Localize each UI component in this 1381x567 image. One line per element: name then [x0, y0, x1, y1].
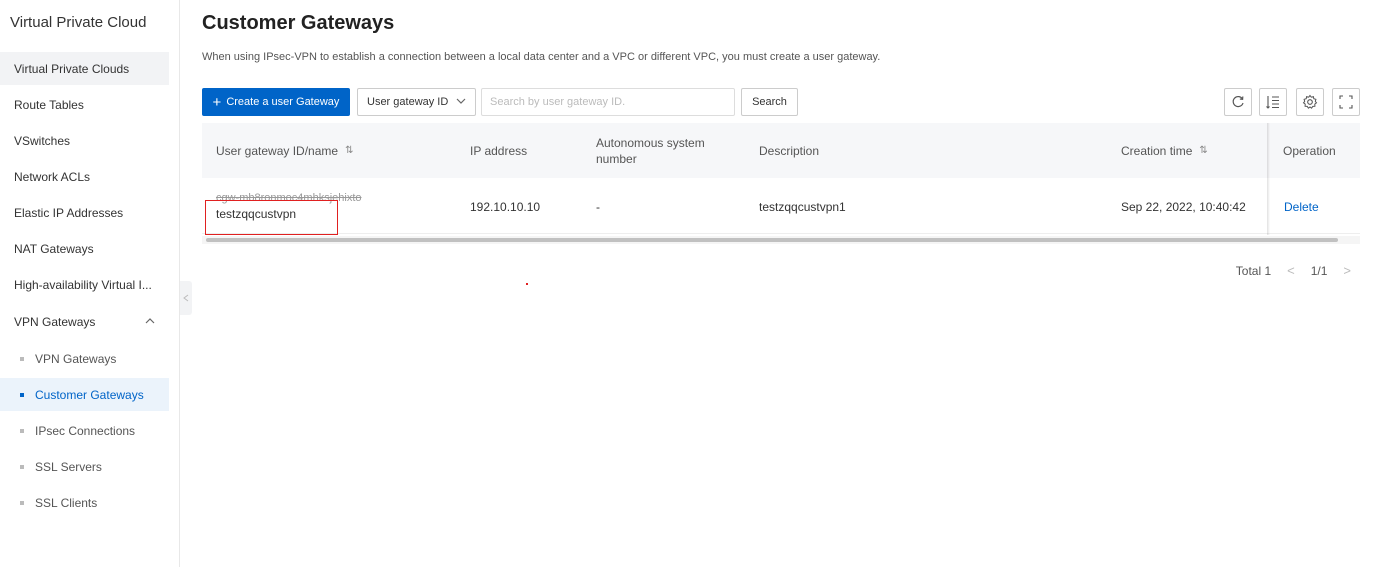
sidebar-item-virtual-private-clouds[interactable]: Virtual Private Clouds	[0, 52, 169, 85]
table-header: User gateway ID/name ⇅ IP address Autono…	[202, 123, 1360, 178]
column-header-id-name[interactable]: User gateway ID/name ⇅	[216, 123, 353, 178]
sidebar-subitem-vpn-gateways[interactable]: VPN Gateways	[0, 342, 169, 375]
column-header-label: User gateway ID/name	[216, 143, 339, 158]
plus-icon: +	[212, 93, 222, 111]
settings-icon	[1302, 94, 1318, 109]
description-value: testzqqcustvpn1	[759, 200, 846, 214]
asn-value: -	[596, 200, 600, 214]
sidebar-subitem-ssl-servers[interactable]: SSL Servers	[0, 450, 169, 483]
sidebar-item-havip[interactable]: High-availability Virtual I...	[0, 268, 169, 301]
sort-icon[interactable]: ⇅	[345, 145, 353, 156]
sidebar-item-nat-gateways[interactable]: NAT Gateways	[0, 232, 169, 265]
delete-link[interactable]: Delete	[1284, 200, 1319, 214]
bullet-icon	[20, 500, 24, 505]
page-description: When using IPsec-VPN to establish a conn…	[202, 51, 881, 63]
column-settings-button[interactable]	[1259, 88, 1287, 116]
sidebar: Virtual Private Cloud Virtual Private Cl…	[0, 0, 180, 567]
page-indicator: 1/1	[1310, 263, 1328, 278]
sidebar-item-elastic-ip-addresses[interactable]: Elastic IP Addresses	[0, 196, 169, 229]
table-row: cgw-mb8ronmoc4mhksjehixto testzqqcustvpn…	[202, 178, 1360, 234]
sidebar-item-network-acls[interactable]: Network ACLs	[0, 160, 169, 193]
highlight-box	[205, 200, 338, 235]
bullet-icon	[20, 392, 24, 397]
filter-select[interactable]: User gateway ID	[357, 88, 476, 116]
search-input[interactable]	[481, 88, 735, 116]
page-title: Customer Gateways	[202, 12, 395, 34]
search-button[interactable]: Search	[741, 88, 798, 116]
settings-button[interactable]	[1296, 88, 1324, 116]
chevron-down-icon	[456, 97, 466, 108]
refresh-button[interactable]	[1224, 88, 1252, 116]
sidebar-item-vswitches[interactable]: VSwitches	[0, 124, 169, 157]
sidebar-subitem-customer-gateways[interactable]: Customer Gateways	[0, 378, 169, 411]
column-settings-icon	[1266, 96, 1279, 109]
column-header-asn: Autonomous system number	[596, 135, 705, 166]
fullscreen-button[interactable]	[1332, 88, 1360, 116]
horizontal-scrollbar[interactable]	[206, 238, 1338, 242]
column-header-ip: IP address	[470, 143, 528, 158]
creation-time-value: Sep 22, 2022, 10:40:42	[1121, 200, 1246, 214]
pagination: Total 1 < 1/1 >	[1236, 263, 1351, 278]
total-count: Total 1	[1235, 263, 1272, 278]
column-header-description: Description	[759, 143, 820, 158]
bullet-icon	[20, 464, 24, 469]
create-button-label: Create a user Gateway	[226, 96, 340, 108]
sidebar-group-vpn-gateways[interactable]: VPN Gateways	[0, 305, 169, 338]
sidebar-group-label: VPN Gateways	[14, 314, 96, 329]
fixed-column-shadow	[1267, 123, 1270, 235]
sidebar-subitem-label: SSL Clients	[35, 495, 98, 510]
chevron-up-icon	[145, 316, 155, 328]
refresh-icon	[1232, 95, 1244, 108]
ip-address: 192.10.10.10	[470, 200, 541, 214]
sidebar-subitem-ssl-clients[interactable]: SSL Clients	[0, 486, 169, 519]
annotation-dot	[526, 283, 528, 285]
sidebar-title: Virtual Private Cloud	[10, 14, 147, 31]
fullscreen-icon	[1339, 95, 1353, 109]
sidebar-subitem-label: SSL Servers	[35, 459, 102, 474]
sidebar-subitem-ipsec-connections[interactable]: IPsec Connections	[0, 414, 169, 447]
sidebar-item-route-tables[interactable]: Route Tables	[0, 88, 169, 121]
create-user-gateway-button[interactable]: + Create a user Gateway	[202, 88, 350, 116]
sidebar-collapse-handle[interactable]	[180, 281, 192, 315]
sidebar-subitem-label: IPsec Connections	[35, 423, 136, 438]
column-header-creation-time[interactable]: Creation time ⇅	[1121, 123, 1208, 178]
column-header-label: Creation time	[1121, 143, 1193, 158]
sidebar-subitem-label: Customer Gateways	[35, 387, 144, 402]
bullet-icon	[20, 356, 24, 361]
filter-select-value: User gateway ID	[367, 96, 449, 108]
chevron-left-icon[interactable]: <	[1287, 263, 1295, 278]
column-header-operation: Operation	[1283, 143, 1336, 158]
chevron-left-icon	[183, 294, 189, 302]
sidebar-subitem-label: VPN Gateways	[35, 351, 117, 366]
sort-icon[interactable]: ⇅	[1199, 145, 1207, 156]
bullet-icon	[20, 428, 24, 433]
app-root: Virtual Private Cloud Virtual Private Cl…	[0, 0, 1381, 567]
chevron-right-icon[interactable]: >	[1343, 263, 1351, 278]
